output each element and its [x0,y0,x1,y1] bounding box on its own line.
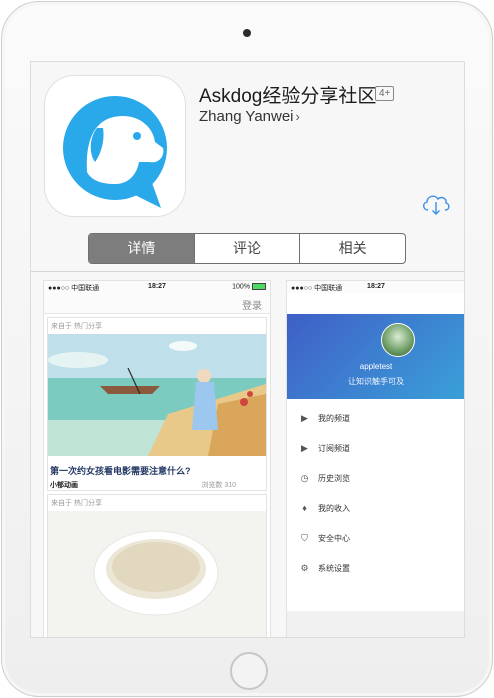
card-source: 来自于 热门分享 [51,500,102,507]
money-bag-icon: ♦ [302,502,307,513]
app-icon [44,75,186,217]
login-button[interactable]: 登录 [242,297,262,312]
battery-icon [252,283,266,290]
home-button[interactable] [230,652,268,690]
menu-item-subscriptions[interactable]: ▶ 订阅频道 [287,433,464,463]
menu-label: 我的收入 [318,503,350,513]
gear-icon: ⚙ [300,562,309,573]
tab-reviews[interactable]: 评论 [193,234,300,263]
menu-item-settings[interactable]: ⚙ 系统设置 [287,553,464,583]
card-author: 小郁动画 [50,482,78,489]
status-bar: ●●●○○ 中国联通 18:27 100% [44,281,270,293]
view-count: 浏览数 310 [201,482,236,489]
screenshot-1[interactable]: ●●●○○ 中国联通 18:27 100% 登录 来自于 热门分享 第一次约女孩… [43,280,271,637]
play-icon: ▶ [301,412,308,423]
username: appletest [359,362,393,371]
list-item[interactable]: 来自于 热门分享 [47,494,267,637]
list-item[interactable]: 来自于 热门分享 第一次约女孩看电影需要注意什么? 小郁动画 浏览数 310 [47,317,267,491]
menu-item-history[interactable]: ◷ 历史浏览 [287,463,464,493]
tab-related[interactable]: 相关 [299,234,405,263]
card-image [48,511,266,637]
developer-link[interactable]: Zhang Yanwei › [199,108,300,125]
card-meta: 小郁动画 浏览数 310 [48,479,266,490]
nav-bar: 登录 [44,293,270,314]
app-name: Askdog经验分享社区 [199,86,377,107]
card-illustration [48,334,266,456]
status-bar: ●●●○○ 中国联通 18:27 [287,281,464,293]
tagline: 让知识触手可及 [348,377,404,386]
menu-label: 订阅频道 [318,443,350,453]
askdog-logo-icon [63,96,167,208]
battery-percent: 100% [232,283,251,291]
menu-item-my-channels[interactable]: ▶ 我的频道 [287,403,464,433]
menu-label: 历史浏览 [318,473,350,483]
menu-item-income[interactable]: ♦ 我的收入 [287,493,464,523]
chevron-right-icon: › [295,109,300,124]
profile-header: appletest 让知识触手可及 [287,314,464,399]
camera [243,29,251,37]
avatar[interactable] [381,323,415,357]
menu-label: 安全中心 [318,533,350,543]
screenshot-2[interactable]: ●●●○○ 中国联通 18:27 appletest 让知识触手可及 ▶ 我的频道… [286,280,464,637]
shield-icon: ⛉ [301,532,308,543]
tab-details[interactable]: 详情 [89,234,194,263]
menu-item-security[interactable]: ⛉ 安全中心 [287,523,464,553]
subscribe-icon: ▶ [301,442,308,453]
divider [31,271,464,272]
card-title: 第一次约女孩看电影需要注意什么? [50,466,191,476]
clock-icon: ◷ [300,472,309,483]
status-time: 18:27 [367,283,385,290]
side-menu: ▶ 我的频道 ▶ 订阅频道 ◷ 历史浏览 ♦ 我的收入 ⛉ 安全中心 ⚙ 系统设置 [287,399,464,583]
card-source: 来自于 热门分享 [51,323,102,330]
age-rating-badge: 4+ [375,86,395,101]
segmented-control: 详情 评论 相关 [88,233,406,264]
menu-footer [287,611,464,637]
battery-indicator: 100% [232,283,266,290]
menu-label: 我的频道 [318,413,350,423]
developer-name: Zhang Yanwei [199,108,294,125]
menu-label: 系统设置 [318,563,350,573]
cloud-download-icon[interactable] [421,192,451,216]
app-store-page: Askdog经验分享社区 4+ Zhang Yanwei › 详情 评论 相关 ●… [30,61,465,638]
